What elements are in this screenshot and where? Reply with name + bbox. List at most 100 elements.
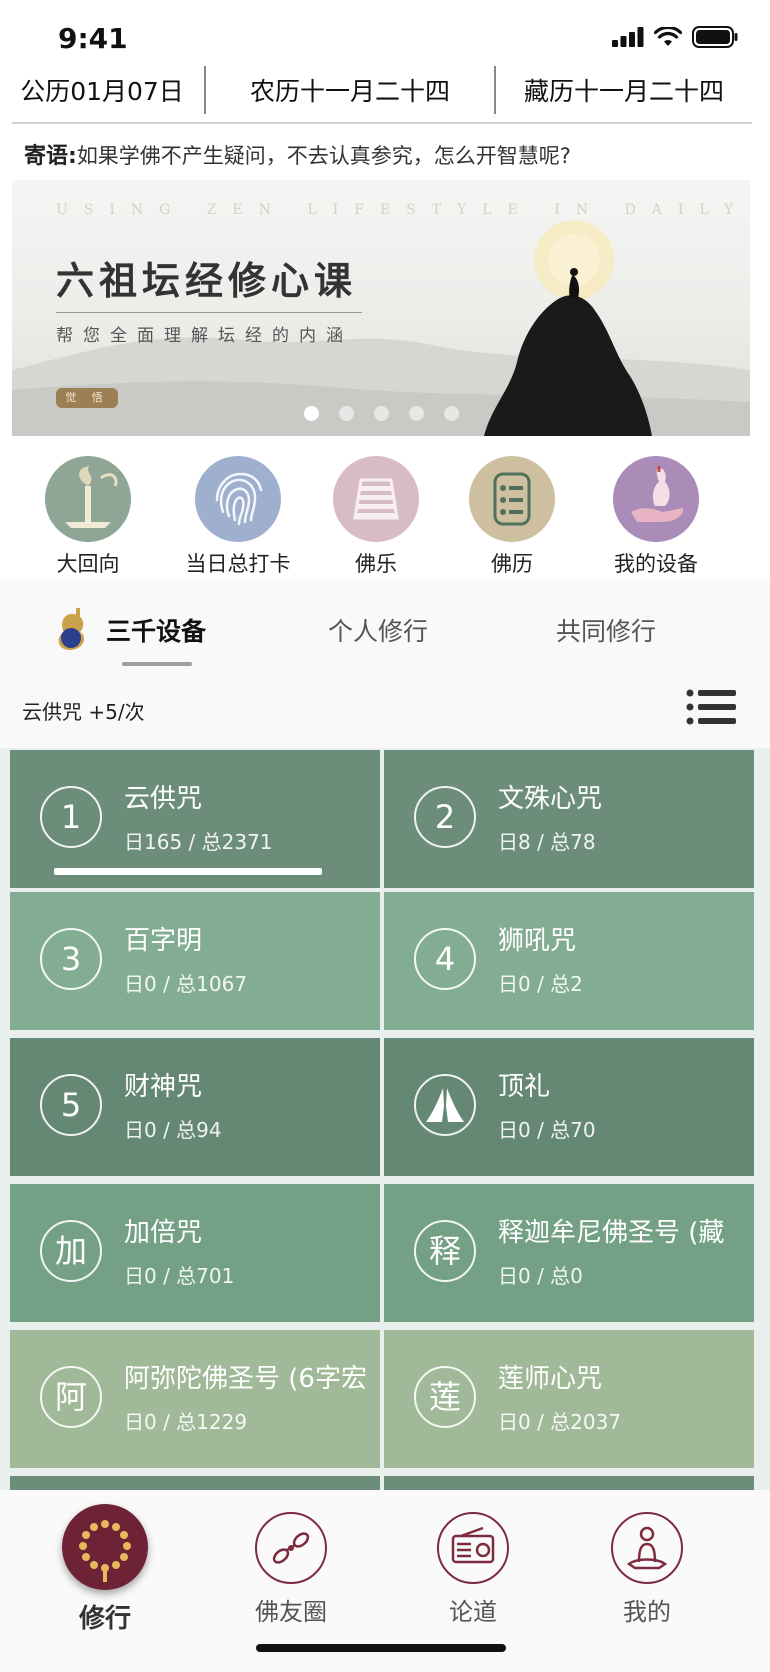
- practice-number: 3: [40, 928, 102, 990]
- practice-card[interactable]: 阿 阿弥陀佛圣号 (6字宏 日0 / 总1229: [10, 1330, 380, 1468]
- daily-message: 寄语:如果学佛不产生疑问，不去认真参究，怎么开智慧呢?: [24, 138, 571, 170]
- status-time: 9:41: [58, 22, 128, 55]
- nav-practice[interactable]: 修行: [30, 1504, 180, 1635]
- practice-card[interactable]: 莲 莲师心咒 日0 / 总2037: [384, 1330, 754, 1468]
- quick-action-calendar[interactable]: 佛历: [442, 456, 582, 578]
- quick-action-label: 佛乐: [355, 552, 397, 576]
- tibetan-date: 藏历十一月二十四: [523, 77, 724, 106]
- practice-card[interactable]: 3 百字明 日0 / 总1067: [10, 892, 380, 1030]
- practice-card[interactable]: 释 释迦牟尼佛圣号 (藏 日0 / 总0: [384, 1184, 754, 1322]
- practice-number: 2: [414, 786, 476, 848]
- nav-label: 修行: [78, 1604, 131, 1634]
- practice-count: 日0 / 总94: [124, 1118, 222, 1142]
- practice-name: 财神咒: [124, 1072, 203, 1102]
- battery-icon: [692, 26, 738, 48]
- carousel-dot[interactable]: [339, 406, 354, 421]
- quick-action-my-devices[interactable]: 我的设备: [586, 456, 726, 578]
- practice-card[interactable]: 1 云供咒 日165 / 总2371: [10, 750, 380, 888]
- carousel-dots: [304, 406, 459, 421]
- practice-grid: 1 云供咒 日165 / 总2371 2 文殊心咒 日8 / 总78 3 百字明…: [0, 748, 770, 1490]
- quick-action-label: 佛历: [491, 552, 533, 576]
- practice-number: 莲: [414, 1366, 476, 1428]
- banner-subtitle: 帮您全面理解坛经的内涵: [56, 312, 362, 346]
- practice-count: 日0 / 总1067: [124, 972, 248, 996]
- quick-actions: 大回向 当日总打卡 佛乐 佛历 我的设备: [0, 456, 770, 576]
- nav-label: 论道: [449, 1598, 497, 1626]
- date-underline: [12, 122, 752, 124]
- radio-icon: [437, 1512, 509, 1584]
- practice-card[interactable]: [10, 1476, 380, 1490]
- practice-name: 文殊心咒: [498, 784, 603, 814]
- tab-devices[interactable]: 三千设备: [106, 612, 206, 648]
- practice-number: 阿: [40, 1366, 102, 1428]
- practice-name: 云供咒: [124, 784, 203, 814]
- tab-indicator: [122, 662, 192, 666]
- quick-action-label: 当日总打卡: [185, 552, 291, 576]
- practice-name: 释迦牟尼佛圣号 (藏: [498, 1218, 725, 1248]
- practice-card[interactable]: 加 加倍咒 日0 / 总701: [10, 1184, 380, 1322]
- nav-label: 我的: [623, 1598, 671, 1626]
- tab-personal-practice[interactable]: 个人修行: [328, 612, 428, 648]
- xylophone-icon: [333, 456, 419, 542]
- lunar-date: 农历十一月二十四: [249, 77, 450, 106]
- practice-count: 日0 / 总2037: [498, 1410, 622, 1434]
- current-mantra-summary: 云供咒 +5/次: [22, 700, 145, 724]
- quick-action-label: 我的设备: [614, 552, 698, 576]
- practice-number: 1: [40, 786, 102, 848]
- message-label: 寄语:: [24, 144, 77, 169]
- wifi-icon: [654, 27, 682, 46]
- vajra-icon: [255, 1512, 327, 1584]
- promo-banner[interactable]: USING ZEN LIFESTYLE IN DAILY LIFE 六祖坛经修心…: [12, 180, 750, 436]
- quick-action-checkin[interactable]: 当日总打卡: [168, 456, 308, 578]
- tab-group-practice[interactable]: 共同修行: [556, 612, 656, 648]
- gourd-icon: [58, 608, 85, 650]
- home-indicator: [256, 1644, 506, 1652]
- practice-count: 日0 / 总2: [498, 972, 583, 996]
- practice-card[interactable]: 2 文殊心咒 日8 / 总78: [384, 750, 754, 888]
- mountain-landscape: [12, 220, 750, 436]
- practice-name: 百字明: [124, 926, 203, 956]
- practice-card[interactable]: 顶礼 日0 / 总70: [384, 1038, 754, 1176]
- status-bar: 9:41: [0, 0, 770, 58]
- banner-title: 六祖坛经修心课: [56, 259, 358, 303]
- carousel-dot[interactable]: [409, 406, 424, 421]
- nav-buddy-circle[interactable]: 佛友圈: [216, 1512, 366, 1627]
- practice-name: 狮吼咒: [498, 926, 577, 956]
- practice-count: 日0 / 总70: [498, 1118, 596, 1142]
- carousel-dot[interactable]: [444, 406, 459, 421]
- practice-number: 5: [40, 1074, 102, 1136]
- fingerprint-icon: [195, 456, 281, 542]
- practice-count: 日0 / 总1229: [124, 1410, 248, 1434]
- prayer-beads-icon: [62, 1504, 148, 1590]
- practice-count: 日0 / 总0: [498, 1264, 583, 1288]
- carousel-dot[interactable]: [304, 406, 319, 421]
- practice-count: 日8 / 总78: [498, 830, 596, 854]
- practice-number: 加: [40, 1220, 102, 1282]
- practice-card[interactable]: 4 狮吼咒 日0 / 总2: [384, 892, 754, 1030]
- list-icon[interactable]: [686, 688, 736, 726]
- hand-bottle-icon: [613, 456, 699, 542]
- quick-action-music[interactable]: 佛乐: [306, 456, 446, 578]
- practice-name: 加倍咒: [124, 1218, 203, 1248]
- signal-icon: [612, 27, 644, 47]
- practice-count: 日165 / 总2371: [124, 830, 273, 854]
- message-text: 如果学佛不产生疑问，不去认真参究，怎么开智慧呢?: [76, 144, 571, 168]
- quick-action-dedication[interactable]: 大回向: [18, 456, 158, 578]
- gregorian-date: 公历01月07日: [20, 77, 184, 106]
- nav-discussion[interactable]: 论道: [398, 1512, 548, 1627]
- practice-card[interactable]: [384, 1476, 754, 1490]
- nav-me[interactable]: 我的: [572, 1512, 722, 1627]
- practice-name: 莲师心咒: [498, 1364, 603, 1394]
- banner-tagline: USING ZEN LIFESTYLE IN DAILY LIFE: [56, 202, 750, 218]
- carousel-dot[interactable]: [374, 406, 389, 421]
- praying-hands-icon: [414, 1074, 476, 1136]
- practice-number: 4: [414, 928, 476, 990]
- banner-badge: 觉 悟: [56, 388, 118, 408]
- practice-name: 顶礼: [498, 1072, 551, 1102]
- nav-label: 佛友圈: [255, 1598, 327, 1626]
- practice-card[interactable]: 5 财神咒 日0 / 总94: [10, 1038, 380, 1176]
- tab-bar: 三千设备 个人修行 共同修行: [0, 580, 770, 684]
- quick-action-label: 大回向: [56, 552, 120, 576]
- calendar-list-icon: [469, 456, 555, 542]
- date-row: 公历01月07日 农历十一月二十四 藏历十一月二十四: [0, 62, 770, 118]
